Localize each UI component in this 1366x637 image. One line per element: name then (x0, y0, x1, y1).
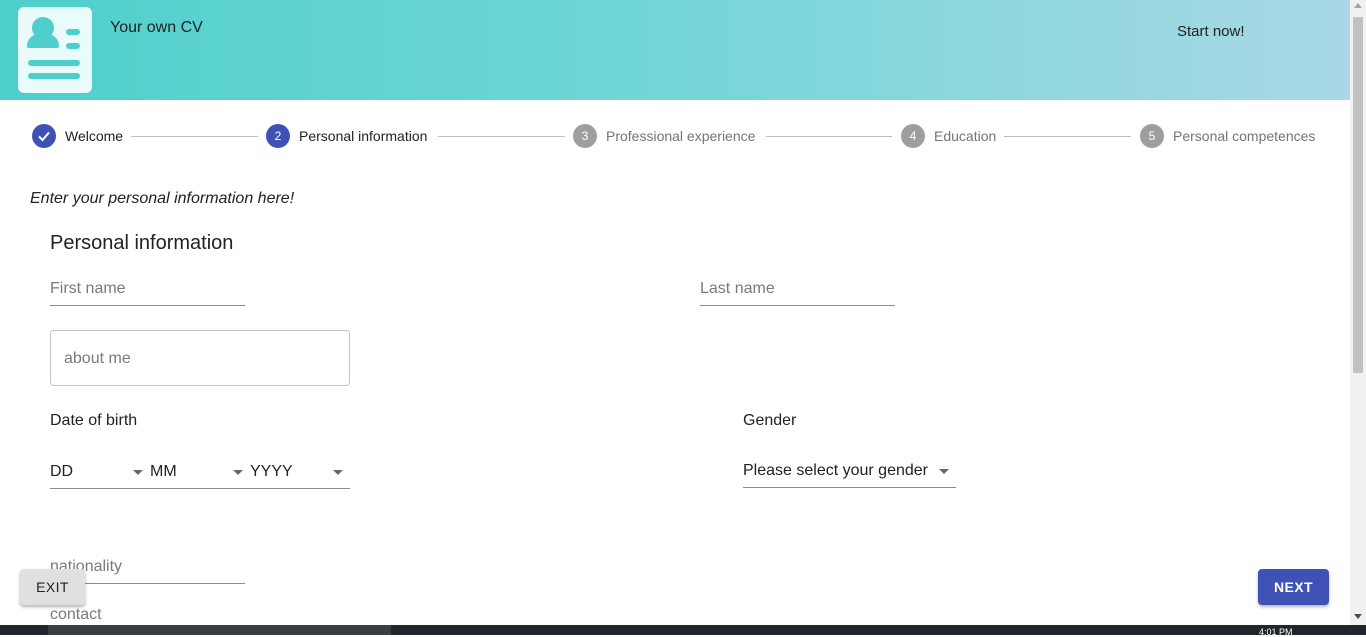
step-connector (766, 136, 892, 137)
step-connector (131, 136, 258, 137)
taskbar-active-app[interactable] (48, 625, 391, 635)
os-taskbar: 4:01 PM (0, 625, 1366, 637)
chevron-down-icon (939, 469, 949, 474)
exit-button[interactable]: EXIT (20, 569, 85, 605)
taskbar-clock[interactable]: 4:01 PM (1259, 628, 1293, 637)
contact-placeholder: contact (50, 606, 102, 623)
last-name-field[interactable]: Last name (700, 280, 895, 306)
about-me-textarea[interactable]: about me (50, 330, 350, 386)
step-label: Personal competences (1173, 128, 1316, 144)
chevron-down-icon (133, 470, 143, 475)
step-connector (438, 136, 565, 137)
first-name-field[interactable]: First name (50, 280, 245, 306)
dob-month-value: MM (150, 463, 177, 480)
dob-day-select[interactable]: DD (50, 458, 150, 489)
chevron-down-icon (333, 470, 343, 475)
dob-day-value: DD (50, 463, 74, 480)
start-now-link[interactable]: Start now! (1177, 23, 1245, 40)
step-label: Education (934, 128, 997, 144)
date-of-birth-label: Date of birth (50, 412, 138, 429)
step-connector (1004, 136, 1131, 137)
intro-text: Enter your personal information here! (30, 190, 295, 207)
first-name-placeholder: First name (50, 280, 126, 297)
gender-value: Please select your gender (743, 462, 928, 479)
step-number: 4 (901, 124, 925, 148)
step-professional-experience[interactable]: 3 Professional experience (573, 124, 755, 148)
cv-logo-icon (18, 7, 92, 93)
dob-year-value: YYYY (250, 463, 293, 480)
stepper: Welcome 2 Personal information 3 Profess… (0, 100, 1350, 172)
check-icon (32, 124, 56, 148)
step-personal-competences[interactable]: 5 Personal competences (1140, 124, 1315, 148)
step-number: 2 (266, 124, 290, 148)
step-label: Personal information (299, 128, 428, 144)
last-name-placeholder: Last name (700, 280, 775, 297)
chevron-down-icon (233, 470, 243, 475)
step-label: Professional experience (606, 128, 756, 144)
dob-month-select[interactable]: MM (150, 458, 250, 489)
vertical-scrollbar[interactable] (1350, 0, 1366, 625)
step-education[interactable]: 4 Education (901, 124, 996, 148)
gender-label: Gender (743, 412, 797, 429)
step-welcome[interactable]: Welcome (32, 124, 123, 148)
gender-select[interactable]: Please select your gender (743, 457, 956, 488)
dob-year-select[interactable]: YYYY (250, 458, 350, 489)
section-title: Personal information (50, 232, 234, 254)
app-title: Your own CV (110, 19, 203, 36)
step-personal-information[interactable]: 2 Personal information (266, 124, 427, 148)
scrollbar-thumb[interactable] (1353, 17, 1363, 373)
step-label: Welcome (65, 128, 124, 144)
step-number: 3 (573, 124, 597, 148)
scroll-up-arrow-icon[interactable] (1354, 3, 1362, 8)
about-me-placeholder: about me (64, 350, 131, 367)
next-button[interactable]: NEXT (1258, 569, 1329, 605)
step-number: 5 (1140, 124, 1164, 148)
contact-field[interactable]: contact (50, 606, 245, 625)
app-header: Your own CV Start now! (0, 0, 1350, 100)
scroll-down-arrow-icon[interactable] (1354, 614, 1362, 619)
